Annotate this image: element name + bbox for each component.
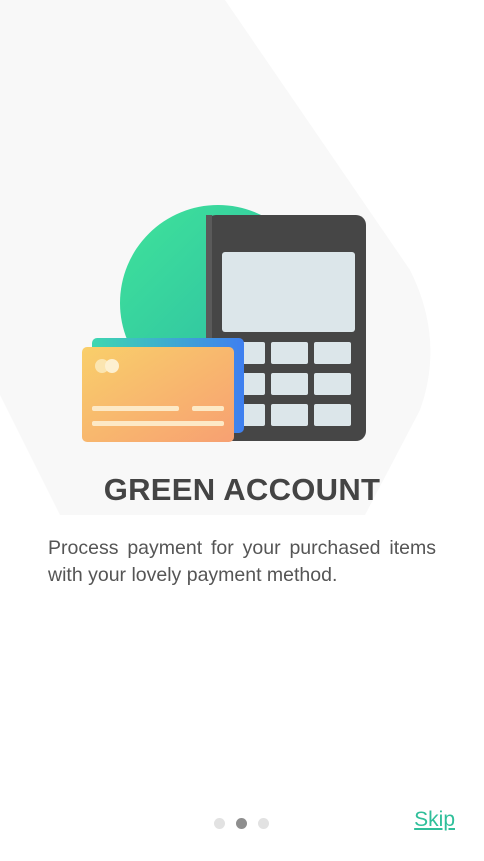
page-dot-1[interactable] (214, 818, 225, 829)
page-title: GREEN ACCOUNT (103, 472, 381, 507)
page-dot-3[interactable] (258, 818, 269, 829)
page-indicator (214, 818, 269, 829)
skip-button[interactable]: Skip (414, 808, 455, 832)
credit-card-icon (82, 338, 244, 442)
page-dot-2-active[interactable] (236, 818, 247, 829)
payment-illustration (82, 205, 366, 442)
page-description: Process payment for your purchased items… (48, 537, 436, 586)
